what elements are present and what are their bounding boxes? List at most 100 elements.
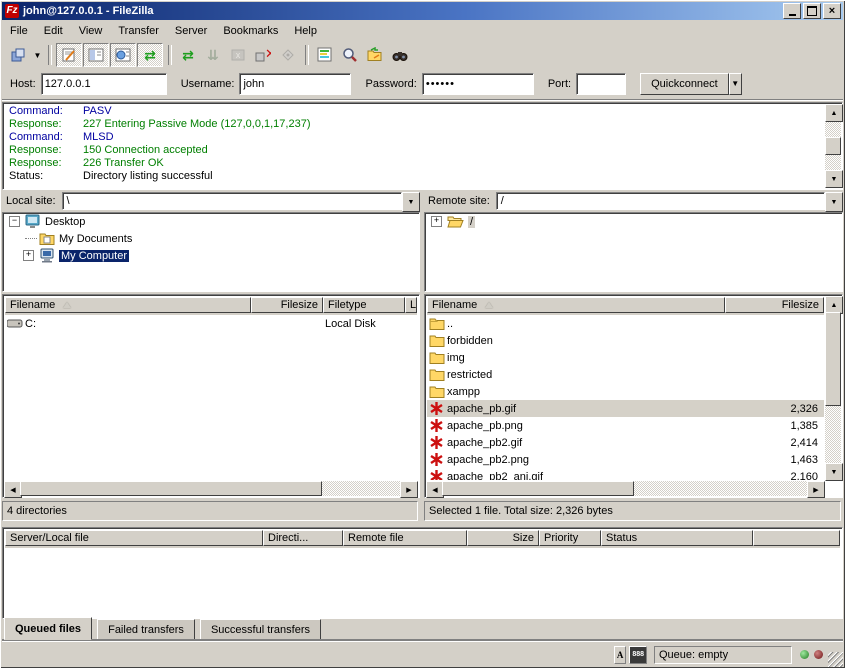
remote-file-row[interactable]: apache_pb2.gif2,414: [427, 434, 824, 451]
remote-file-row[interactable]: restricted: [427, 366, 824, 383]
speed-limit-icon[interactable]: 888: [629, 646, 647, 664]
remote-file-row[interactable]: apache_pb2.png1,463: [427, 451, 824, 468]
tree-item-my-documents[interactable]: My Documents: [3, 230, 419, 247]
resize-grip[interactable]: [828, 652, 843, 667]
selected-tree-label[interactable]: My Computer: [59, 250, 129, 262]
port-label: Port:: [548, 78, 571, 90]
column-header-filetype[interactable]: Filetype: [323, 297, 405, 313]
column-header-lastmodified[interactable]: L: [405, 297, 417, 313]
column-header-status[interactable]: Status: [601, 530, 753, 546]
local-status-bar: 4 directories: [2, 501, 418, 521]
remote-list-hscrollbar[interactable]: ◀ ▶: [426, 481, 825, 496]
data-type-indicator-icon[interactable]: A: [614, 646, 627, 664]
column-header-filesize[interactable]: Filesize: [251, 297, 323, 313]
scrollbar-thumb[interactable]: [825, 312, 841, 406]
scroll-down-button[interactable]: ▼: [825, 170, 843, 188]
tab-failed-transfers[interactable]: Failed transfers: [97, 619, 195, 640]
scrollbar-thumb[interactable]: [20, 481, 322, 496]
expand-expander[interactable]: +: [431, 216, 442, 227]
disconnect-button[interactable]: ✕: [251, 44, 275, 66]
tab-successful-transfers[interactable]: Successful transfers: [200, 619, 321, 640]
search-button[interactable]: [338, 44, 362, 66]
transfer-queue: Server/Local file Directi... Remote file…: [2, 527, 843, 619]
column-header-priority[interactable]: Priority: [539, 530, 601, 546]
column-header-filesize[interactable]: Filesize: [725, 297, 824, 313]
tree-item-my-computer[interactable]: + My Computer: [3, 247, 419, 264]
remote-file-row[interactable]: xampp: [427, 383, 824, 400]
column-header-remote-file[interactable]: Remote file: [343, 530, 467, 546]
synchronized-browsing-button[interactable]: [388, 44, 412, 66]
remote-selection-summary: Selected 1 file. Total size: 2,326 bytes: [429, 505, 613, 517]
filezilla-window: Fz john@127.0.0.1 - FileZilla × File Edi…: [0, 0, 845, 668]
scrollbar-thumb[interactable]: [825, 137, 841, 155]
chevron-down-icon[interactable]: ▼: [402, 192, 420, 212]
tree-item-desktop[interactable]: − Desktop: [3, 213, 419, 230]
refresh-button[interactable]: ⇄: [176, 44, 200, 66]
toggle-message-log-button[interactable]: [56, 43, 82, 67]
log-scrollbar[interactable]: ▲ ▼: [825, 104, 841, 188]
filter-button[interactable]: [313, 44, 337, 66]
directory-comparison-button[interactable]: [363, 44, 387, 66]
minimize-button[interactable]: [783, 3, 801, 19]
column-header-direction[interactable]: Directi...: [263, 530, 343, 546]
remote-status-bar: Selected 1 file. Total size: 2,326 bytes: [424, 501, 841, 521]
local-file-row[interactable]: C: Local Disk: [5, 315, 417, 332]
column-header-size[interactable]: Size: [467, 530, 539, 546]
remote-file-row[interactable]: apache_pb2_ani.gif2,160: [427, 468, 824, 480]
toggle-local-tree-button[interactable]: [83, 43, 109, 67]
local-directory-count: 4 directories: [7, 505, 67, 517]
menu-bookmarks[interactable]: Bookmarks: [215, 22, 286, 40]
menu-view[interactable]: View: [71, 22, 111, 40]
svg-text:✕: ✕: [265, 47, 271, 61]
remote-site-combobox[interactable]: / ▼: [496, 192, 843, 210]
scrollbar-thumb[interactable]: [442, 481, 634, 496]
menu-file[interactable]: File: [2, 22, 36, 40]
remote-list-vscrollbar[interactable]: ▲ ▼: [825, 296, 841, 481]
log-line: Response:226 Transfer OK: [5, 157, 824, 170]
column-header-filler: [753, 530, 840, 546]
scroll-right-button[interactable]: ▶: [807, 481, 825, 498]
password-input[interactable]: [422, 73, 534, 95]
quickconnect-button[interactable]: Quickconnect: [640, 73, 729, 95]
remote-file-row[interactable]: forbidden: [427, 332, 824, 349]
toggle-transfer-queue-button[interactable]: ⇄: [137, 43, 163, 67]
image-file-icon: [427, 469, 447, 480]
scroll-right-button[interactable]: ▶: [400, 481, 418, 498]
maximize-button[interactable]: [803, 3, 821, 19]
remote-file-row[interactable]: apache_pb.png1,385: [427, 417, 824, 434]
port-input[interactable]: [576, 73, 626, 95]
column-header-filename[interactable]: Filename: [427, 297, 725, 313]
menu-help[interactable]: Help: [286, 22, 325, 40]
tab-queued-files[interactable]: Queued files: [4, 617, 92, 640]
expand-expander[interactable]: +: [23, 250, 34, 261]
send-indicator-icon: [800, 650, 809, 659]
username-input[interactable]: [239, 73, 351, 95]
scroll-down-button[interactable]: ▼: [825, 463, 843, 481]
host-input[interactable]: [41, 73, 167, 95]
menu-server[interactable]: Server: [167, 22, 215, 40]
close-button[interactable]: ×: [823, 3, 841, 19]
local-list-hscrollbar[interactable]: ◀ ▶: [4, 481, 418, 496]
menu-transfer[interactable]: Transfer: [110, 22, 167, 40]
remote-file-row-selected[interactable]: apache_pb.gif2,326: [427, 400, 824, 417]
chevron-down-icon[interactable]: ▼: [825, 192, 843, 212]
local-list-header: Filename Filesize Filetype L: [5, 297, 417, 315]
scroll-up-button[interactable]: ▲: [825, 104, 843, 122]
remote-site-value[interactable]: /: [496, 192, 825, 210]
site-manager-button[interactable]: [6, 44, 30, 66]
local-site-value[interactable]: \: [62, 192, 402, 210]
menu-edit[interactable]: Edit: [36, 22, 71, 40]
remote-file-row[interactable]: img: [427, 349, 824, 366]
column-header-server-local-file[interactable]: Server/Local file: [5, 530, 263, 546]
toggle-remote-tree-button[interactable]: [110, 43, 136, 67]
log-line: Status:Directory listing successful: [5, 170, 824, 183]
column-header-filename[interactable]: Filename: [5, 297, 251, 313]
collapse-expander[interactable]: −: [9, 216, 20, 227]
title-bar[interactable]: Fz john@127.0.0.1 - FileZilla ×: [2, 2, 843, 20]
remote-file-row[interactable]: ..: [427, 315, 824, 332]
tree-item-root[interactable]: + /: [425, 213, 842, 230]
quickconnect-dropdown[interactable]: ▼: [729, 73, 742, 95]
local-site-combobox[interactable]: \ ▼: [62, 192, 420, 210]
site-manager-dropdown[interactable]: ▼: [31, 44, 44, 66]
receive-indicator-icon: [814, 650, 823, 659]
